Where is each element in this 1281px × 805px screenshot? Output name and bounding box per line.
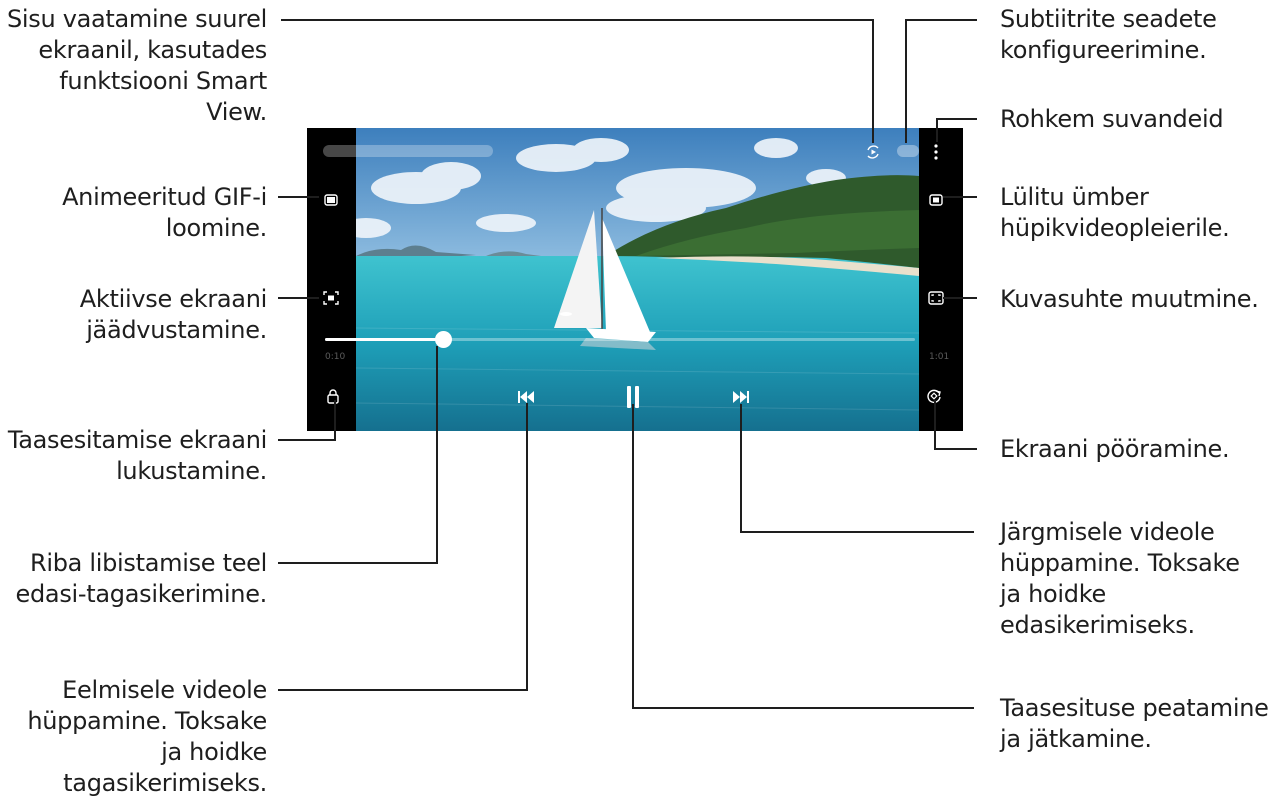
leader-more-v xyxy=(936,118,938,142)
leader-next-h xyxy=(740,531,974,533)
player-controls: 0:10 1:01 xyxy=(307,128,963,431)
subtitles-button[interactable] xyxy=(897,145,919,157)
label-lock: Taasesitamise ekraani lukustamine. xyxy=(7,426,267,485)
leader-seek-v xyxy=(436,346,438,564)
leader-previous-v xyxy=(526,403,528,691)
smart-view-icon xyxy=(867,145,879,159)
label-rotate: Ekraani pööramine. xyxy=(1000,435,1230,463)
video-player-screenshot: 0:10 1:01 xyxy=(307,128,963,431)
popup-player-icon xyxy=(929,194,943,206)
aspect-ratio-icon xyxy=(928,291,944,305)
progress-fill xyxy=(325,338,443,341)
label-previous: Eelmisele videole hüppamine. Toksake ja … xyxy=(27,676,267,797)
label-capture: Aktiivse ekraani jäädvustamine. xyxy=(79,285,268,344)
leader-previous-h xyxy=(278,689,528,691)
label-smart-view: Sisu vaatamine suurel ekraanil, kasutade… xyxy=(6,5,267,126)
more-options-button[interactable] xyxy=(929,142,943,162)
leader-subtitles-h xyxy=(905,19,977,21)
label-subtitles: Subtiitrite seadete konfigureerimine. xyxy=(1000,5,1217,64)
leader-rotate-v xyxy=(934,400,936,450)
lock-button[interactable] xyxy=(325,387,341,405)
elapsed-time: 0:10 xyxy=(325,352,346,362)
lock-icon xyxy=(327,388,339,404)
label-ratio: Kuvasuhte muutmine. xyxy=(1000,285,1259,313)
popup-player-button[interactable] xyxy=(928,192,944,208)
leader-smart-view-v xyxy=(872,19,874,143)
leader-subtitles-v xyxy=(905,19,907,143)
label-popup: Lülitu ümber hüpikvideopleierile. xyxy=(1000,183,1230,242)
leader-next-v xyxy=(740,404,742,533)
leader-more-h xyxy=(936,118,977,120)
leader-lock-v xyxy=(334,400,336,441)
leader-seek-h xyxy=(278,562,438,564)
next-icon xyxy=(733,391,749,403)
progress-bar[interactable] xyxy=(325,331,915,348)
previous-icon xyxy=(518,391,534,403)
leader-popup xyxy=(943,196,977,198)
label-seek: Riba libistamise teel edasi-tagasikerimi… xyxy=(15,549,268,608)
total-time: 1:01 xyxy=(929,352,950,362)
leader-gif xyxy=(278,196,319,198)
leader-capture xyxy=(278,297,319,299)
gif-icon xyxy=(324,194,338,206)
label-next: Järgmisele videole hüppamine. Toksake ja… xyxy=(1000,518,1240,639)
leader-pause-h xyxy=(632,707,974,709)
more-options-icon xyxy=(934,144,938,160)
leader-rotate-h xyxy=(934,448,977,450)
leader-ratio xyxy=(943,297,977,299)
smart-view-button[interactable] xyxy=(864,143,882,161)
leader-smart-view-h xyxy=(281,19,874,21)
label-gif: Animeeritud GIF-i loomine. xyxy=(62,183,267,242)
leader-lock-h xyxy=(278,439,336,441)
label-pause: Taasesituse peatamine ja jätkamine. xyxy=(1000,694,1269,753)
label-more: Rohkem suvandeid xyxy=(1000,105,1224,133)
gif-button[interactable] xyxy=(323,192,339,208)
capture-icon xyxy=(323,291,339,305)
leader-pause-v xyxy=(632,404,634,709)
capture-button[interactable] xyxy=(322,290,340,306)
video-title xyxy=(323,145,493,157)
